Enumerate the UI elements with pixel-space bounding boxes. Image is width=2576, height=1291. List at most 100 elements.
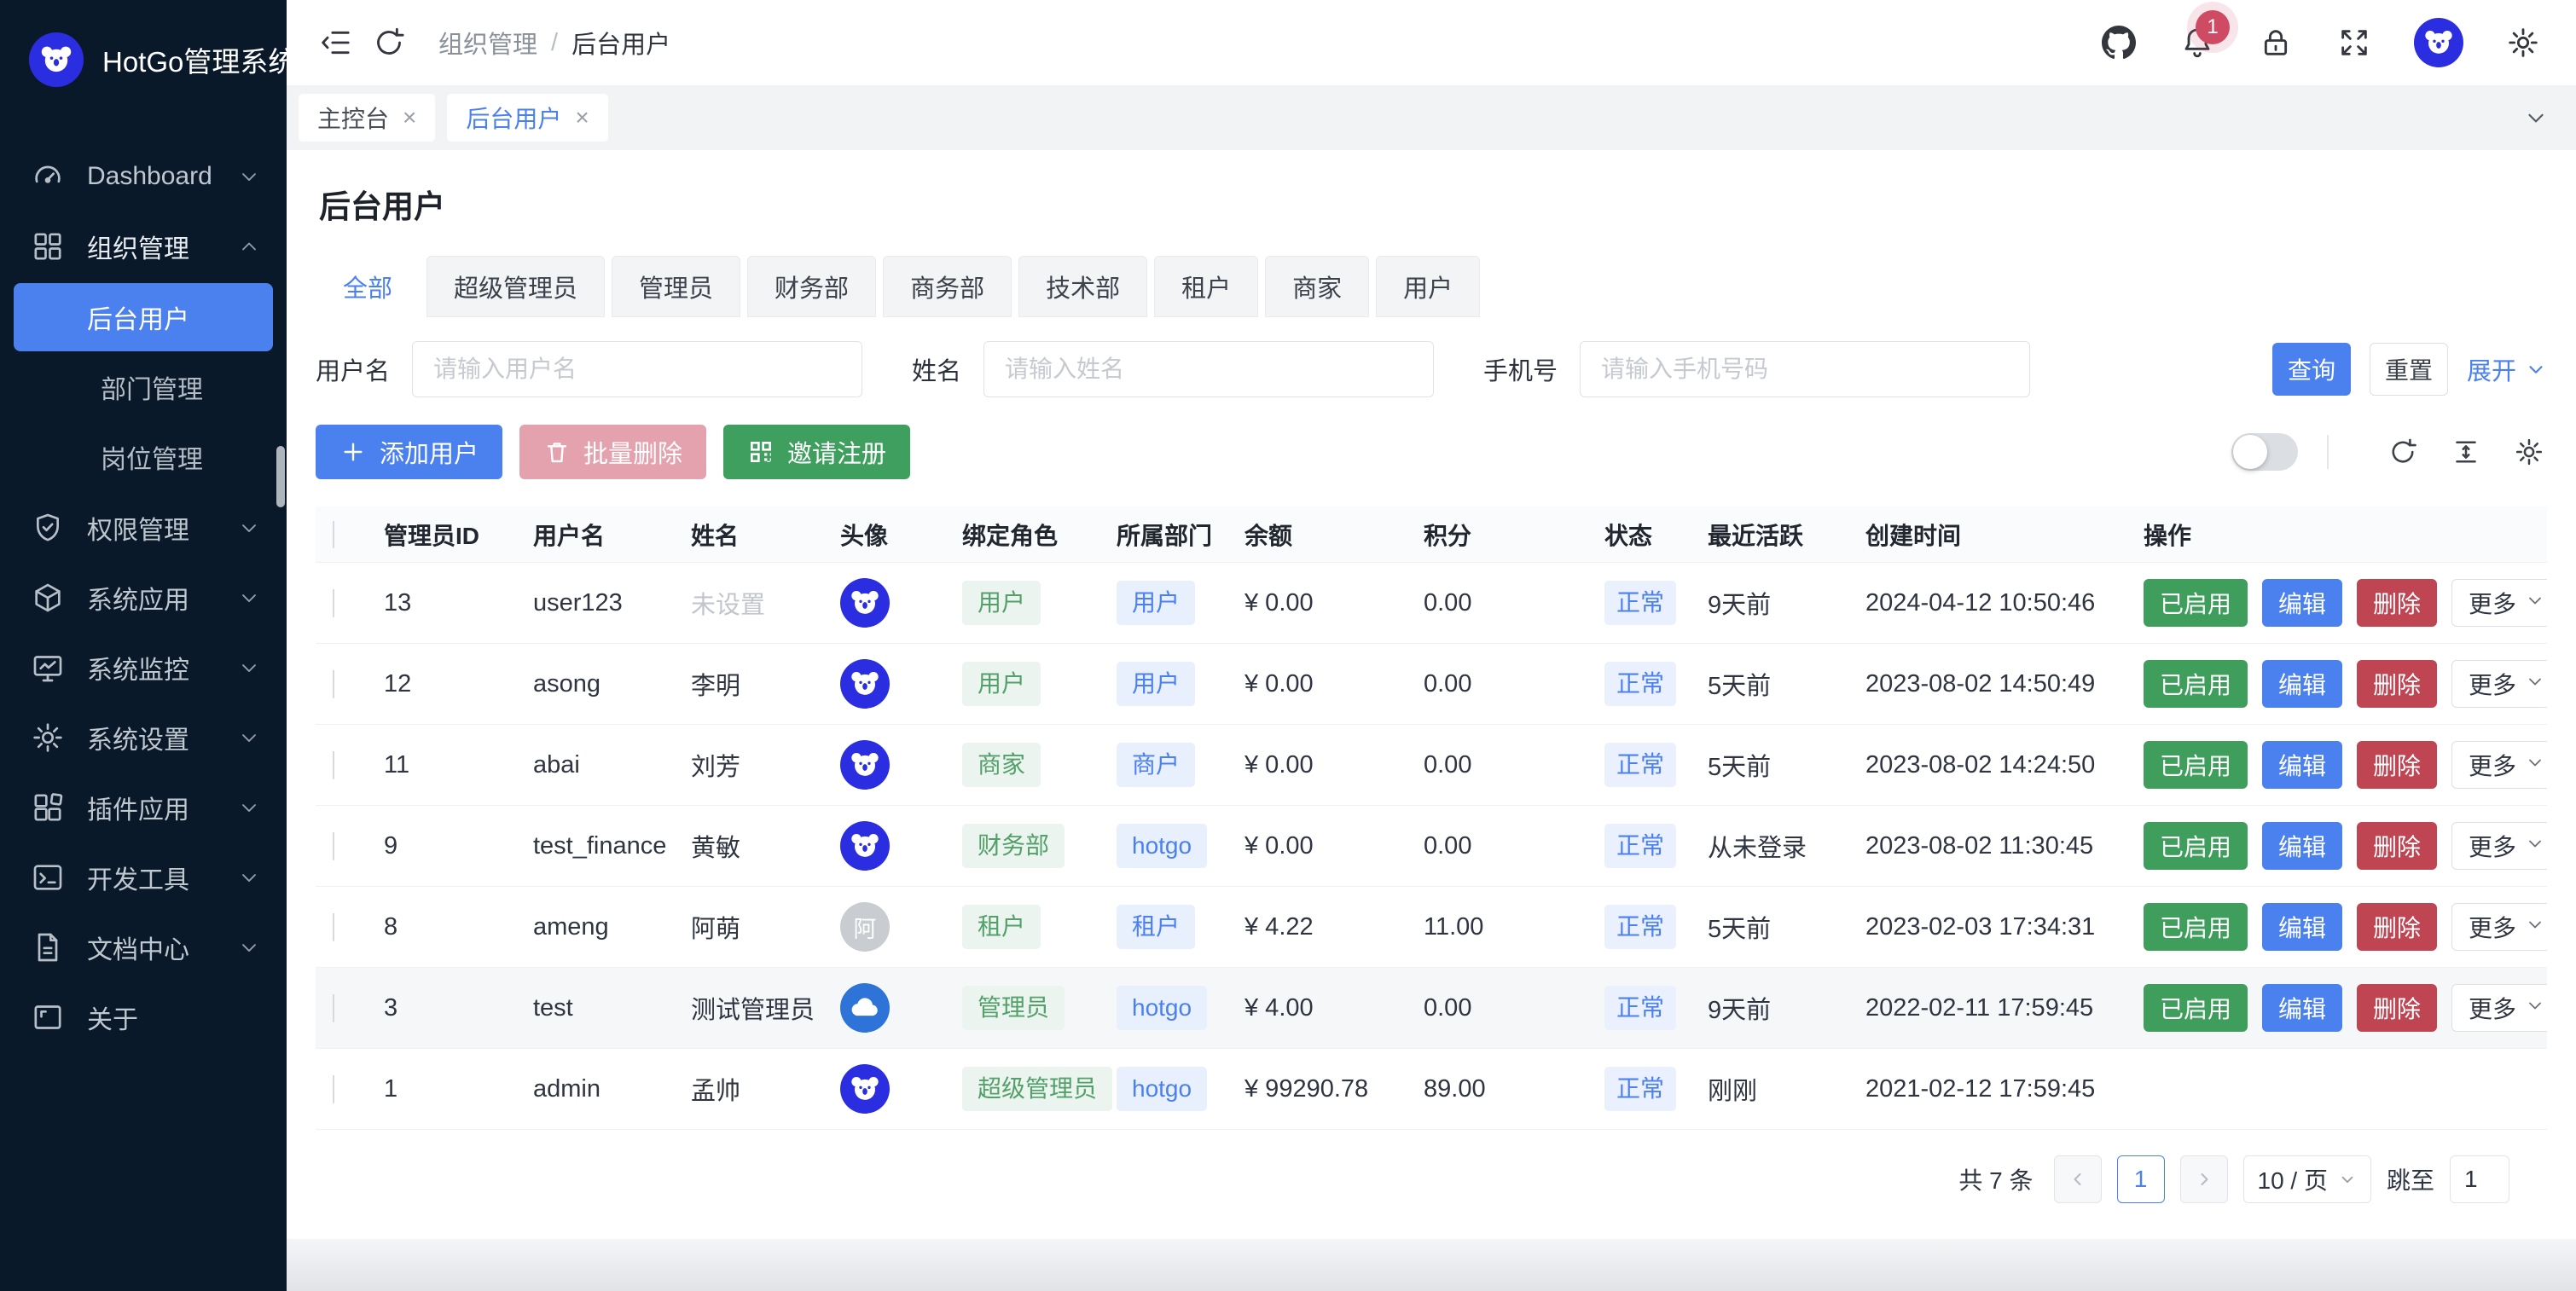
prev-page-button[interactable] — [2054, 1155, 2102, 1203]
sidebar-item-dev-tools[interactable]: 开发工具 — [0, 842, 287, 912]
column-header-8: 状态 — [1604, 518, 1708, 552]
tab-chip-0[interactable]: 主控台× — [299, 94, 435, 142]
edit-button[interactable]: 编辑 — [2262, 822, 2342, 870]
filter-tab-6[interactable]: 租户 — [1154, 256, 1258, 317]
query-button[interactable]: 查询 — [2272, 343, 2351, 396]
page-size-select[interactable]: 10 / 页 — [2243, 1155, 2371, 1203]
delete-button[interactable]: 删除 — [2357, 741, 2437, 789]
more-button[interactable]: 更多 — [2451, 903, 2547, 951]
cell-department: 用户 — [1117, 581, 1244, 625]
avatar — [840, 821, 890, 871]
filter-tab-4[interactable]: 商务部 — [883, 256, 1012, 317]
close-tab-icon[interactable]: × — [575, 104, 589, 131]
sidebar-item-system-apps[interactable]: 系统应用 — [0, 563, 287, 633]
edit-button[interactable]: 编辑 — [2262, 903, 2342, 951]
enabled-status-button[interactable]: 已启用 — [2144, 903, 2248, 951]
github-icon[interactable] — [2100, 24, 2138, 61]
phone-input[interactable] — [1580, 341, 2030, 397]
filter-tab-5[interactable]: 技术部 — [1018, 256, 1147, 317]
edit-button[interactable]: 编辑 — [2262, 579, 2342, 627]
invite-register-button[interactable]: 邀请注册 — [723, 425, 910, 479]
delete-button[interactable]: 删除 — [2357, 822, 2437, 870]
filter-tab-8[interactable]: 用户 — [1376, 256, 1480, 317]
sidebar-item-admin-users[interactable]: 后台用户 — [14, 283, 273, 351]
breadcrumb-parent[interactable]: 组织管理 — [438, 25, 537, 61]
user-avatar[interactable] — [2414, 18, 2463, 67]
edit-button[interactable]: 编辑 — [2262, 741, 2342, 789]
enabled-status-button[interactable]: 已启用 — [2144, 660, 2248, 708]
more-button[interactable]: 更多 — [2451, 660, 2547, 708]
row-checkbox[interactable] — [333, 1075, 334, 1103]
enabled-status-button[interactable]: 已启用 — [2144, 579, 2248, 627]
row-checkbox[interactable] — [333, 670, 334, 698]
select-all-checkbox[interactable] — [333, 521, 334, 548]
sidebar-item-permissions[interactable]: 权限管理 — [0, 493, 287, 563]
next-page-button[interactable] — [2180, 1155, 2228, 1203]
enabled-status-button[interactable]: 已启用 — [2144, 741, 2248, 789]
settings-gear-icon[interactable] — [2504, 24, 2542, 61]
sidebar-scrollbar-thumb[interactable] — [276, 446, 285, 507]
more-button[interactable]: 更多 — [2451, 579, 2547, 627]
sidebar-item-positions[interactable]: 岗位管理 — [14, 423, 273, 491]
sidebar-item-docs[interactable]: 文档中心 — [0, 912, 287, 982]
row-checkbox[interactable] — [333, 751, 334, 779]
batch-delete-button[interactable]: 批量删除 — [519, 425, 706, 479]
filter-tab-7[interactable]: 商家 — [1265, 256, 1369, 317]
more-label: 更多 — [2469, 586, 2516, 620]
table-row-user-test: 3test测试管理员管理员hotgo¥ 4.000.00正常9天前2022-02… — [316, 968, 2547, 1049]
sidebar-item-org[interactable]: 组织管理 — [0, 211, 287, 281]
qr-code-icon — [747, 438, 775, 466]
name-input[interactable] — [983, 341, 1434, 397]
filter-tab-1[interactable]: 超级管理员 — [426, 256, 605, 317]
row-checkbox[interactable] — [333, 994, 334, 1022]
delete-button[interactable]: 删除 — [2357, 984, 2437, 1032]
refresh-table-icon[interactable] — [2385, 434, 2421, 470]
page-1-button[interactable]: 1 — [2117, 1155, 2165, 1203]
breadcrumb-current[interactable]: 后台用户 — [571, 25, 670, 61]
fullscreen-icon[interactable] — [2335, 24, 2373, 61]
collapse-sidebar-icon[interactable] — [317, 24, 355, 61]
row-checkbox-cell — [316, 994, 384, 1022]
filter-tab-0[interactable]: 全部 — [316, 256, 420, 317]
row-checkbox[interactable] — [333, 913, 334, 941]
app-logo[interactable]: HotGo管理系统 — [0, 0, 287, 113]
row-density-icon[interactable] — [2448, 434, 2484, 470]
edit-button[interactable]: 编辑 — [2262, 984, 2342, 1032]
sidebar-item-system-settings[interactable]: 系统设置 — [0, 703, 287, 773]
striped-toggle[interactable] — [2231, 433, 2298, 471]
column-settings-gear-icon[interactable] — [2511, 434, 2547, 470]
more-button[interactable]: 更多 — [2451, 822, 2547, 870]
filter-tab-3[interactable]: 财务部 — [747, 256, 876, 317]
about-icon — [31, 1000, 65, 1034]
close-tab-icon[interactable]: × — [403, 104, 416, 131]
sidebar-item-departments[interactable]: 部门管理 — [14, 353, 273, 421]
add-user-button[interactable]: 添加用户 — [316, 425, 502, 479]
row-checkbox[interactable] — [333, 589, 334, 617]
delete-button[interactable]: 删除 — [2357, 903, 2437, 951]
edit-button[interactable]: 编辑 — [2262, 660, 2342, 708]
sidebar-item-about[interactable]: 关于 — [0, 982, 287, 1052]
more-button[interactable]: 更多 — [2451, 741, 2547, 789]
delete-button[interactable]: 删除 — [2357, 579, 2437, 627]
filter-tab-2[interactable]: 管理员 — [612, 256, 740, 317]
sidebar-item-plugins[interactable]: 插件应用 — [0, 773, 287, 842]
delete-button[interactable]: 删除 — [2357, 660, 2437, 708]
tab-chip-1[interactable]: 后台用户× — [447, 94, 607, 142]
lock-screen-icon[interactable] — [2257, 24, 2295, 61]
username-input[interactable] — [412, 341, 862, 397]
enabled-status-button[interactable]: 已启用 — [2144, 984, 2248, 1032]
status-badge: 正常 — [1604, 905, 1676, 949]
row-checkbox[interactable] — [333, 832, 334, 860]
reload-page-icon[interactable] — [370, 24, 408, 61]
role-tag: 租户 — [962, 905, 1041, 949]
sidebar-item-system-monitor[interactable]: 系统监控 — [0, 633, 287, 703]
notifications-bell-icon[interactable]: 1 — [2179, 24, 2216, 61]
tabbar-chevron-down-icon[interactable] — [2523, 105, 2564, 130]
avatar — [840, 1064, 890, 1114]
jump-to-input[interactable] — [2450, 1155, 2509, 1203]
enabled-status-button[interactable]: 已启用 — [2144, 822, 2248, 870]
reset-button[interactable]: 重置 — [2370, 343, 2448, 396]
sidebar-item-dashboard[interactable]: Dashboard — [0, 142, 287, 211]
more-button[interactable]: 更多 — [2451, 984, 2547, 1032]
expand-filters-link[interactable]: 展开 — [2467, 351, 2547, 387]
